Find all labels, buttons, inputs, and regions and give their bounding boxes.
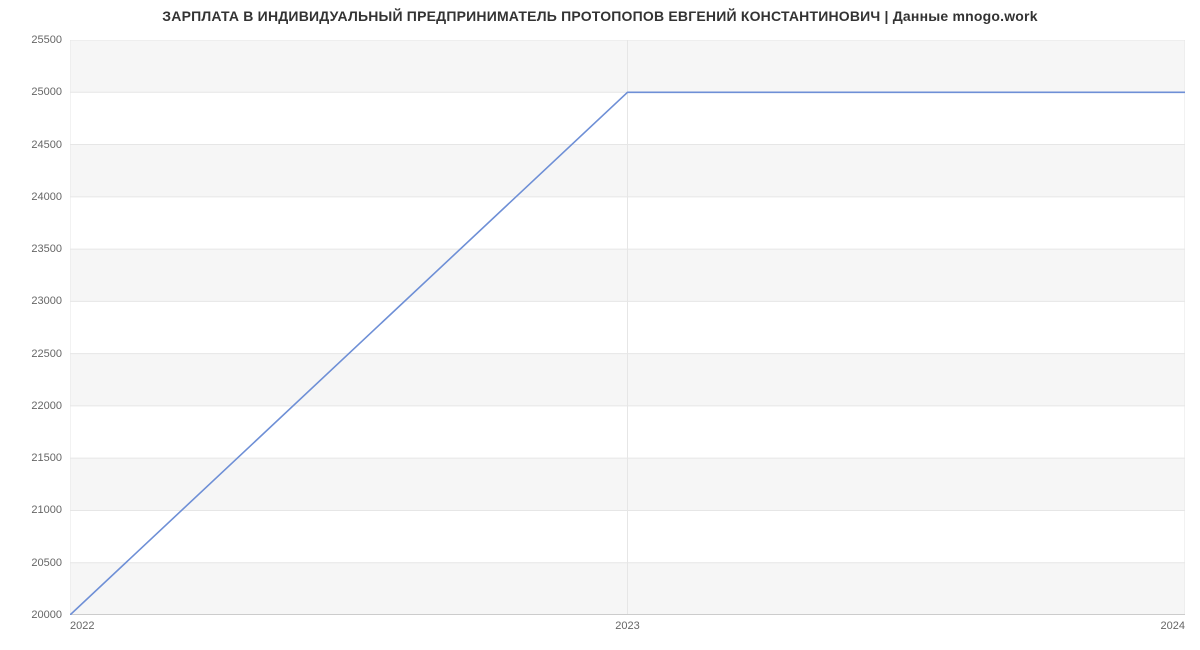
- y-tick-label: 20500: [0, 557, 62, 569]
- chart-container: ЗАРПЛАТА В ИНДИВИДУАЛЬНЫЙ ПРЕДПРИНИМАТЕЛ…: [0, 0, 1200, 650]
- y-tick-label: 20000: [0, 609, 62, 621]
- x-tick-label: 2024: [1161, 620, 1185, 632]
- chart-svg: [70, 40, 1185, 615]
- y-tick-label: 21500: [0, 452, 62, 464]
- x-tick-label: 2022: [70, 620, 94, 632]
- y-tick-label: 21000: [0, 504, 62, 516]
- plot-area: [70, 40, 1185, 615]
- x-tick-label: 2023: [615, 620, 639, 632]
- y-tick-label: 22000: [0, 400, 62, 412]
- chart-title: ЗАРПЛАТА В ИНДИВИДУАЛЬНЫЙ ПРЕДПРИНИМАТЕЛ…: [0, 8, 1200, 24]
- y-tick-label: 23500: [0, 243, 62, 255]
- y-tick-label: 23000: [0, 295, 62, 307]
- y-tick-label: 25500: [0, 34, 62, 46]
- y-tick-label: 25000: [0, 86, 62, 98]
- y-tick-label: 24000: [0, 191, 62, 203]
- y-tick-label: 24500: [0, 139, 62, 151]
- y-tick-label: 22500: [0, 348, 62, 360]
